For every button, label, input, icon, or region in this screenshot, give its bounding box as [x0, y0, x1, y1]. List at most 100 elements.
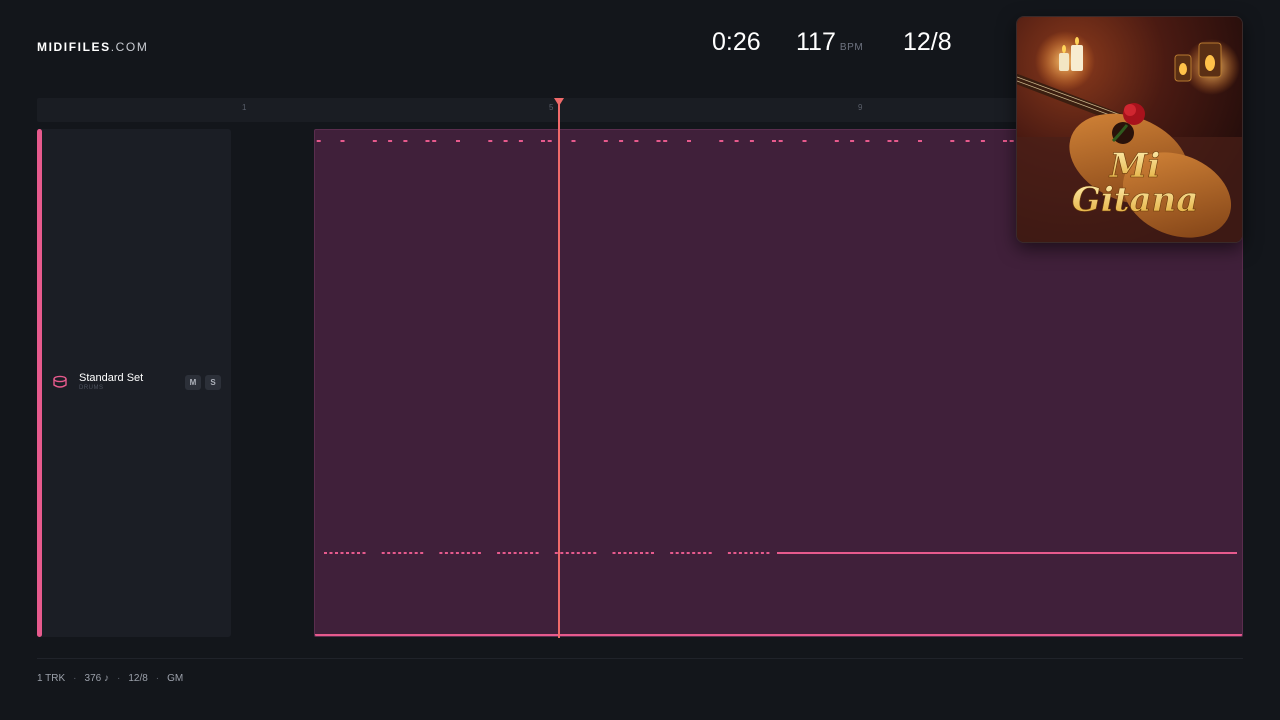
midi-note [439, 552, 443, 554]
track-count: 1 TRK [37, 673, 66, 684]
midi-note [455, 552, 459, 554]
playhead[interactable] [554, 98, 564, 638]
ruler-marker: 1 [242, 103, 247, 112]
midi-note [362, 552, 366, 554]
playhead-line [558, 102, 560, 638]
footer-time-signature: 12/8 [128, 673, 148, 684]
midi-note [656, 140, 661, 142]
midi-note [461, 552, 465, 554]
tempo-unit: BPM [839, 42, 864, 53]
midi-note [719, 140, 724, 142]
midi-note [329, 552, 333, 554]
midi-note [541, 140, 545, 142]
midi-note [535, 552, 539, 554]
track-name: Standard Set [79, 372, 144, 384]
drum-icon [52, 374, 68, 390]
track-header[interactable]: Standard Set DRUMS M S [37, 129, 231, 637]
midi-note [675, 552, 679, 554]
midi-note [670, 552, 674, 554]
midi-note [778, 140, 783, 142]
midi-note [340, 140, 345, 142]
midi-note [734, 140, 739, 142]
midi-note [687, 140, 691, 142]
midi-note [315, 634, 1242, 636]
midi-note [530, 552, 534, 554]
midi-note [387, 552, 391, 554]
solo-button[interactable]: S [205, 375, 221, 390]
midi-note [392, 552, 396, 554]
footer-summary: 1 TRK · 376 ♪ · 12/8 · GM [37, 673, 183, 684]
midi-note [980, 140, 985, 142]
midi-note [335, 552, 338, 554]
midi-note [965, 140, 970, 142]
midi-note [560, 552, 564, 554]
midi-note [381, 552, 385, 554]
midi-note [623, 552, 627, 554]
midi-note [571, 552, 575, 554]
midi-note [425, 140, 430, 142]
midi-note [508, 552, 512, 554]
footer-divider [37, 658, 1243, 659]
midi-note [477, 552, 481, 554]
midi-note [593, 552, 597, 554]
separator: · [155, 673, 160, 684]
tempo-value: 117 [796, 28, 836, 56]
midi-note [766, 552, 770, 554]
mute-button[interactable]: M [185, 375, 201, 390]
midi-note [582, 552, 586, 554]
midi-note [850, 140, 855, 142]
midi-note [450, 552, 454, 554]
midi-note [547, 140, 552, 142]
midi-note [760, 552, 764, 554]
midi-note [749, 140, 754, 142]
midi-note [744, 552, 748, 554]
midi-note [755, 552, 759, 554]
midi-note [640, 552, 643, 554]
midi-note [663, 140, 668, 142]
midi-note [488, 140, 493, 142]
midi-note [697, 552, 701, 554]
album-art: Mi Gitana [1017, 17, 1242, 242]
midi-note [576, 552, 580, 554]
midi-note [466, 552, 470, 554]
midi-note [503, 140, 508, 142]
note-count: 376 ♪ [84, 673, 109, 684]
midi-note [619, 140, 624, 142]
midi-note [432, 140, 437, 142]
midi-note [420, 552, 424, 554]
midi-note [513, 552, 517, 554]
midi-note [324, 552, 327, 554]
midi-note [865, 140, 870, 142]
midi-note [524, 552, 528, 554]
midi-note [357, 552, 360, 554]
midi-note [409, 552, 413, 554]
midi-note [834, 140, 839, 142]
midi-note [727, 552, 731, 554]
midi-note [612, 552, 616, 554]
midi-note [777, 552, 1237, 554]
midi-note [1009, 140, 1014, 142]
midi-note [692, 552, 696, 554]
midi-note [372, 140, 377, 142]
midi-note [316, 140, 321, 142]
midi-note [733, 552, 737, 554]
ruler-marker: 5 [549, 103, 554, 112]
midi-note [472, 552, 476, 554]
midi-note [340, 552, 344, 554]
midi-note [887, 140, 892, 142]
midi-note [950, 140, 955, 142]
midi-note [351, 552, 355, 554]
ruler-marker: 9 [858, 103, 863, 112]
tempo-display: 117 BPM [796, 28, 863, 57]
midi-note [738, 552, 742, 554]
elapsed-time: 0:26 [712, 28, 761, 56]
cover-title-line2: Gitana [1072, 180, 1198, 220]
midi-note [894, 140, 899, 142]
midi-note [403, 552, 407, 554]
midi-note [686, 552, 690, 554]
midi-note [749, 552, 753, 554]
midi-note [708, 552, 712, 554]
midi-note [444, 552, 448, 554]
midi-note [398, 552, 402, 554]
midi-note [618, 552, 621, 554]
